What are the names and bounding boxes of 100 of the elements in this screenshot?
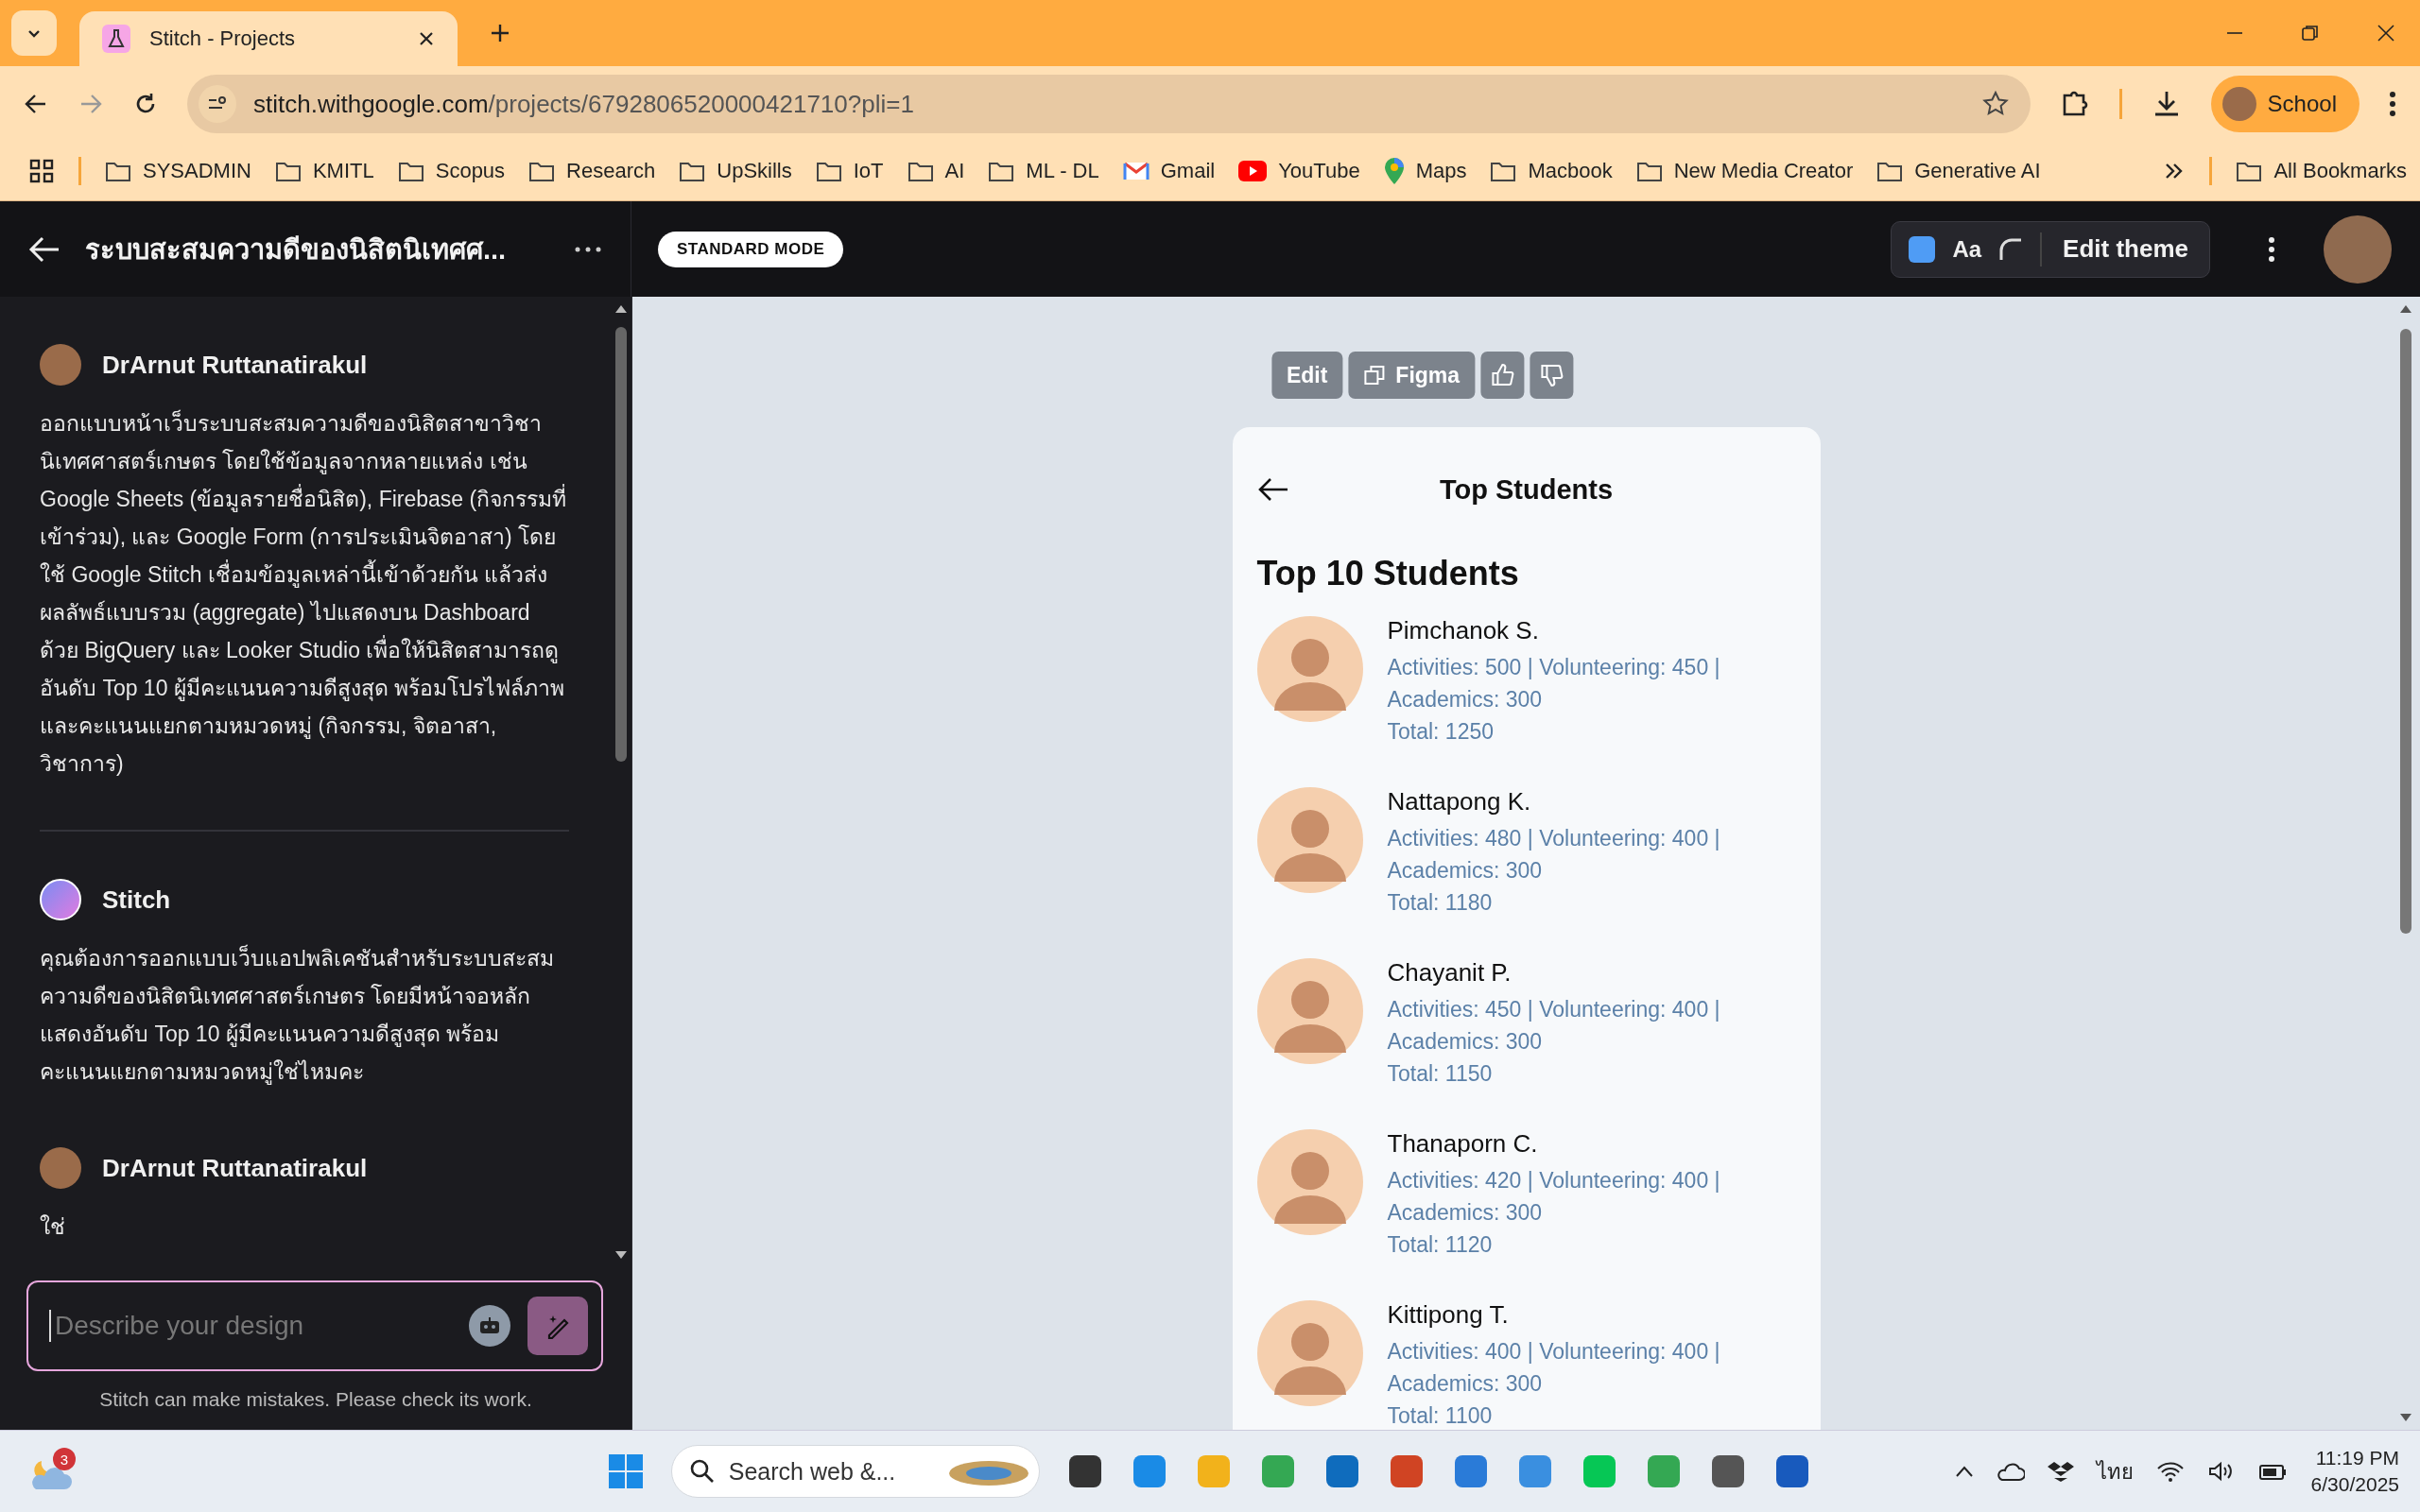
thumbs-down-button[interactable] [1530, 352, 1574, 399]
bookmark-label: Generative AI [1914, 159, 2041, 183]
score-breakdown: Activities: 400 | Volunteering: 400 | [1387, 1338, 1720, 1366]
flask-icon [102, 25, 130, 53]
more-icon[interactable] [2267, 234, 2276, 264]
box-icon[interactable] [2047, 1460, 2074, 1483]
bookmark-item[interactable]: Generative AI [1876, 159, 2041, 183]
bookmark-item[interactable]: All Bookmarks [2236, 159, 2407, 183]
academics-score: Academics: 300 [1387, 857, 1544, 885]
score-breakdown: Activities: 480 | Volunteering: 400 | [1387, 825, 1720, 852]
back-arrow-icon[interactable] [28, 234, 60, 264]
bookmark-item[interactable]: Macbook [1490, 159, 1613, 183]
cloud-icon[interactable] [1996, 1461, 2025, 1482]
address-bar[interactable]: stitch.withgoogle.com/projects/6792806520000421710?pli=1 [187, 75, 2031, 133]
bookmark-item[interactable]: IoT [815, 159, 884, 183]
total-score: Total: 1120 [1387, 1231, 1494, 1259]
edit-theme-button[interactable]: Edit theme [2059, 234, 2192, 264]
mode-badge[interactable]: STANDARD MODE [658, 231, 844, 267]
academics-score: Academics: 300 [1387, 1370, 1544, 1398]
folder-icon [907, 160, 934, 182]
prompt-field[interactable]: Describe your design [26, 1280, 603, 1371]
bookmark-item[interactable]: Research [528, 159, 656, 183]
more-icon[interactable] [574, 245, 602, 253]
map-pin-icon [1383, 157, 1405, 185]
avatar-icon [40, 1147, 81, 1189]
bookmark-label: New Media Creator [1673, 159, 1854, 183]
section-heading: Top 10 Students [1256, 554, 1520, 593]
color-swatch-icon[interactable] [1909, 235, 1936, 263]
score-breakdown: Activities: 450 | Volunteering: 400 | [1387, 996, 1720, 1023]
screen-title: Top Students [1438, 473, 1615, 506]
bookmark-item[interactable]: Maps [1383, 157, 1467, 185]
wifi-icon[interactable] [2155, 1460, 2185, 1483]
academics-score: Academics: 300 [1387, 1199, 1544, 1227]
close-icon[interactable] [2377, 24, 2395, 43]
bookmark-label: KMITL [312, 159, 374, 183]
windows-start-icon[interactable] [606, 1452, 645, 1490]
apps-grid-icon[interactable] [28, 158, 55, 184]
scroll-down-icon[interactable] [614, 1250, 628, 1260]
score-breakdown: Activities: 500 | Volunteering: 450 | [1387, 654, 1720, 681]
generate-button[interactable] [527, 1297, 588, 1355]
bookmark-item[interactable]: SYSADMIN [105, 159, 251, 183]
chevron-up-icon[interactable] [1954, 1465, 1974, 1478]
bookmark-label: ML - DL [1026, 159, 1099, 183]
bookmark-label: All Bookmarks [2273, 159, 2407, 183]
language-indicator[interactable]: ไทย [2096, 1454, 2134, 1488]
search-icon [688, 1458, 716, 1485]
copy-icon [1363, 364, 1387, 387]
taskbar-search-field[interactable]: Search web &... [670, 1445, 1040, 1498]
bookmark-label: AI [944, 159, 965, 183]
robot-icon[interactable] [469, 1305, 510, 1347]
scrollbar-thumb[interactable] [2400, 329, 2411, 934]
bookmark-item[interactable]: KMITL [274, 159, 374, 183]
bookmark-item[interactable]: New Media Creator [1635, 159, 1854, 183]
close-icon[interactable] [418, 30, 435, 47]
bookmark-label: Maps [1415, 159, 1467, 183]
bookmark-label: Scopus [435, 159, 506, 183]
project-title: ระบบสะสมความดีของนิสิตนิเทศศ... [85, 232, 508, 266]
message-author: DrArnut Ruttanatirakul [102, 350, 368, 380]
bookmark-label: Research [566, 159, 656, 183]
scroll-down-icon[interactable] [2399, 1413, 2412, 1422]
browser-tab[interactable]: Stitch - Projects [79, 11, 458, 66]
folder-icon [1490, 160, 1517, 182]
back-arrow-icon[interactable] [1256, 477, 1289, 502]
edit-button[interactable]: Edit [1270, 352, 1343, 399]
more-icon[interactable] [2388, 90, 2397, 118]
total-score: Total: 1100 [1387, 1402, 1494, 1430]
scrollbar-thumb[interactable] [615, 327, 627, 762]
bookmark-item[interactable]: YouTube [1238, 159, 1360, 183]
clock-date[interactable]: 6/30/2025 [2310, 1471, 2399, 1498]
bookmark-item[interactable]: ML - DL [988, 159, 1099, 183]
new-tab-icon[interactable] [490, 23, 510, 43]
academics-score: Academics: 300 [1387, 686, 1544, 713]
thumbs-up-button[interactable] [1480, 352, 1525, 399]
bookmark-item[interactable]: Gmail [1122, 159, 1216, 183]
thumbs-down-icon [1539, 363, 1564, 387]
disclaimer-text: Stitch can make mistakes. Please check its work. [98, 1387, 533, 1412]
weather-widget[interactable]: 3 [28, 1448, 85, 1495]
bookmark-item[interactable]: UpSkills [679, 159, 792, 183]
avatar-icon [2221, 87, 2256, 121]
bookmark-item[interactable]: AI [907, 159, 965, 183]
figma-button[interactable]: Figma [1348, 352, 1476, 399]
font-label[interactable]: Aa [1952, 235, 1982, 263]
total-score: Total: 1250 [1387, 718, 1495, 746]
bookmark-label: SYSADMIN [143, 159, 251, 183]
play-button-icon [1238, 161, 1268, 181]
site-settings-icon[interactable] [199, 85, 236, 123]
scroll-up-icon[interactable] [614, 304, 628, 314]
academics-score: Academics: 300 [1387, 1028, 1544, 1056]
folder-icon [2236, 160, 2263, 182]
corner-radius-icon[interactable] [1998, 236, 2024, 262]
restore-icon[interactable] [2301, 24, 2320, 43]
bookmark-label: Macbook [1528, 159, 1613, 183]
scroll-up-icon[interactable] [2399, 304, 2412, 314]
student-name: Pimchanok S. [1387, 616, 1540, 645]
clock-time[interactable]: 11:19 PM [2315, 1445, 2399, 1471]
message-text: คุณต้องการออกแบบเว็บแอปพลิเคชันสำหรับระบบสะสมความดีของนิสิตนิเทศศาสตร์เกษตร โดยมีหน้าจอหลักแสดงอันดับ Top 10 ผู้มีคะแนนความดีสูงสุด พร้อมคะแนนแยกตามหมวดหมู่ใช่ไหมคะ [40, 943, 555, 1087]
bookmark-item[interactable]: Scopus [397, 159, 506, 183]
prompt-input[interactable]: Describe your design [49, 1310, 452, 1342]
profile-button[interactable]: School [2210, 76, 2360, 132]
star-icon[interactable] [1980, 90, 2010, 118]
